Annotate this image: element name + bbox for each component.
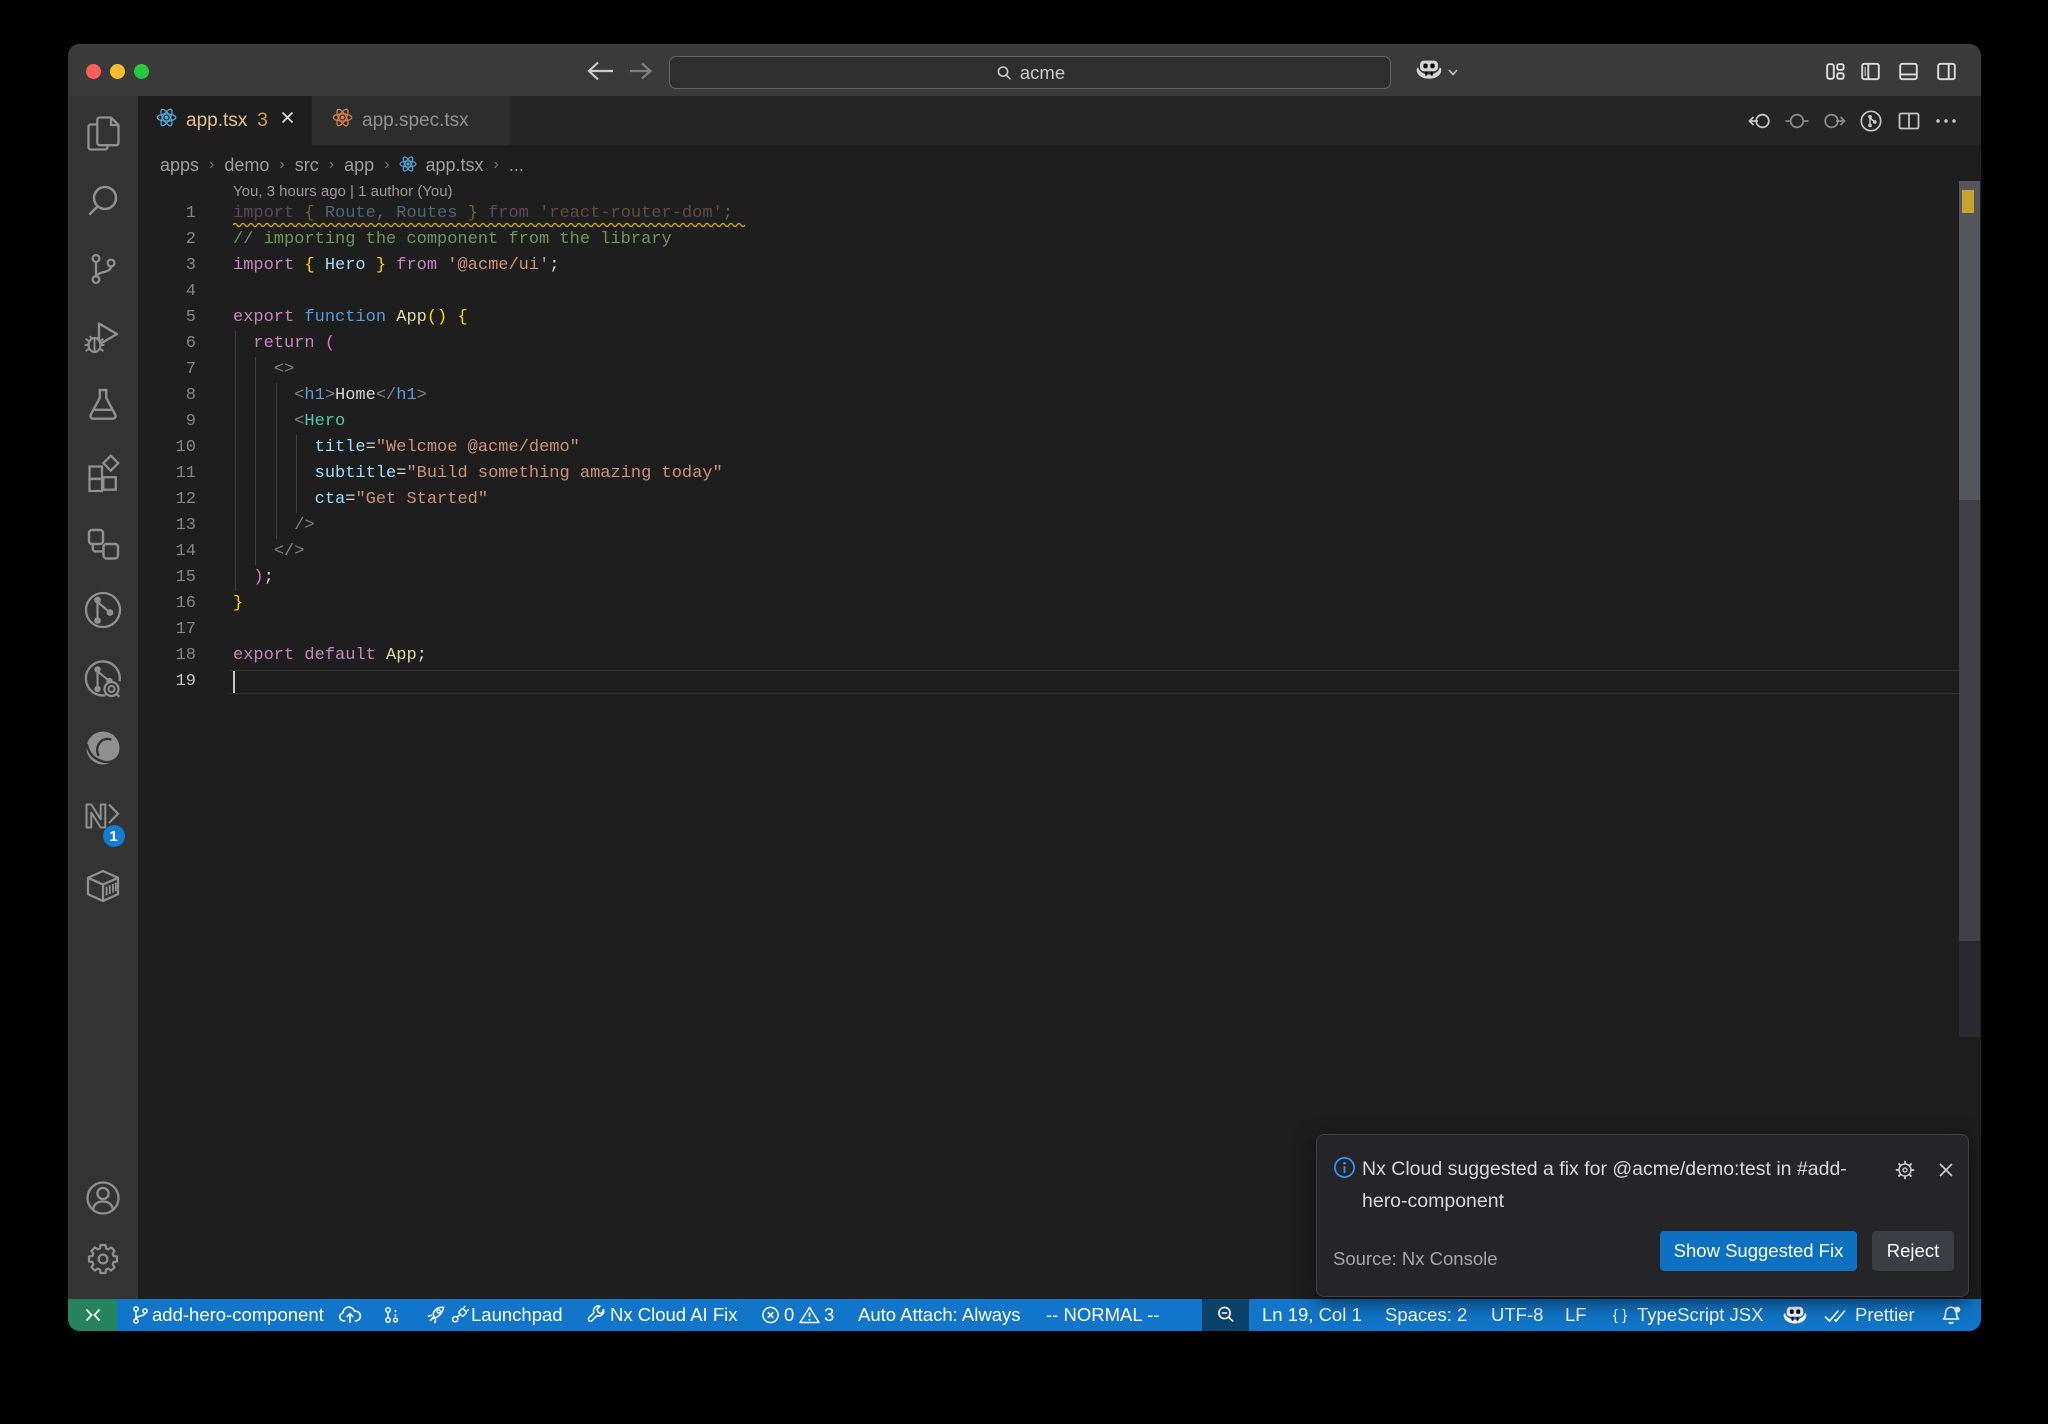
- svg-text:{ }: { }: [1613, 1307, 1627, 1324]
